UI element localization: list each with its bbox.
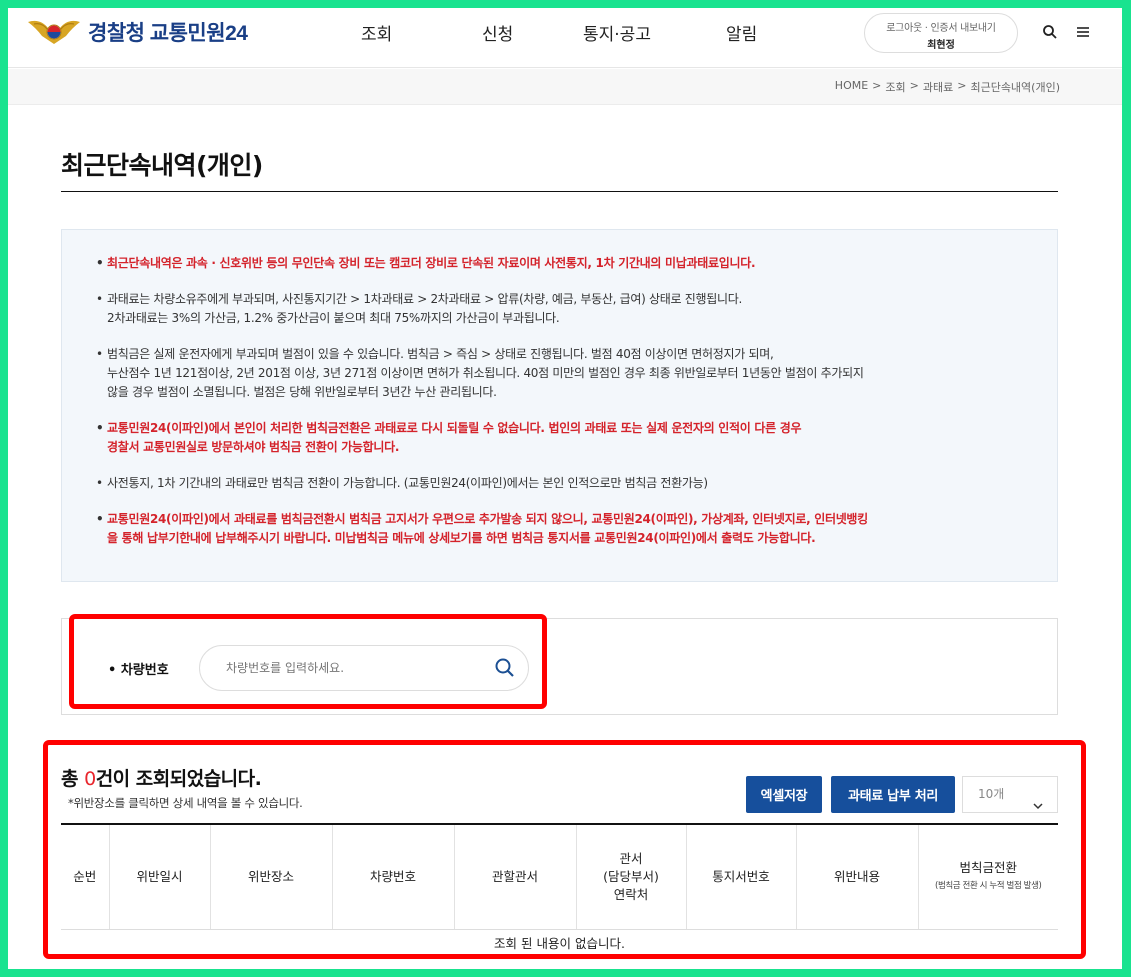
notice-item: 사전통지, 1차 기간내의 과태료만 범칙금 전환이 가능합니다. (교통민원2… [96, 474, 1037, 493]
breadcrumb-sep: > [872, 79, 882, 92]
column-header: 통지서번호 [686, 825, 797, 930]
search-icon[interactable] [493, 656, 517, 680]
vehicle-number-label: • 차량번호 [108, 663, 169, 678]
menu-icon[interactable] [1074, 23, 1092, 41]
page-size-select[interactable]: 10개 [962, 776, 1058, 813]
column-header: 관할관서 [454, 825, 577, 930]
auth-links[interactable]: 로그아웃 · 인증서 내보내기 [865, 19, 1017, 34]
breadcrumb-inquiry[interactable]: 조회 [885, 79, 905, 95]
results-table: 순번 위반일시 위반장소 차량번호 관할관서 관서 (담당부서) 연락처 통지서번호… [61, 825, 1058, 956]
column-header: 위반일시 [109, 825, 211, 930]
notice-list: 최근단속내역은 과속 · 신호위반 등의 무인단속 장비 또는 캠코더 장비로 … [96, 254, 1037, 565]
result-total: 총 0건이 조회되었습니다. [61, 764, 262, 791]
table-header-row: 순번 위반일시 위반장소 차량번호 관할관서 관서 (담당부서) 연락처 통지서번호… [61, 825, 1058, 930]
nav-item-notice[interactable]: 통지·공고 [583, 20, 651, 45]
breadcrumb-sep: > [957, 79, 967, 92]
site-header: 경찰청 교통민원24 조회 신청 통지·공고 알림 로그아웃 · 인증서 내보내… [8, 8, 1122, 68]
notice-item: 교통민원24(이파인)에서 과태료를 범칙금전환시 범칙금 고지서가 우편으로 … [96, 510, 1037, 548]
column-header: 차량번호 [332, 825, 455, 930]
page-title: 최근단속내역(개인) [61, 151, 263, 180]
page-size-value: 10개 [978, 787, 1005, 801]
excel-save-button[interactable]: 엑셀저장 [746, 776, 822, 813]
user-name: 최현정 [927, 40, 955, 51]
search-panel: • 차량번호 [61, 618, 1058, 715]
breadcrumb: HOME > 조회 > 과태료 > 최근단속내역(개인) [835, 79, 1060, 95]
fine-payment-button[interactable]: 과태료 납부 처리 [831, 776, 955, 813]
notice-item: 최근단속내역은 과속 · 신호위반 등의 무인단속 장비 또는 캠코더 장비로 … [96, 254, 1037, 273]
page-frame: 경찰청 교통민원24 조회 신청 통지·공고 알림 로그아웃 · 인증서 내보내… [8, 8, 1122, 969]
breadcrumb-fine[interactable]: 과태료 [923, 79, 953, 95]
header-search-icon[interactable] [1041, 23, 1059, 41]
notice-box: 최근단속내역은 과속 · 신호위반 등의 무인단속 장비 또는 캠코더 장비로 … [61, 229, 1058, 582]
vehicle-number-input[interactable] [199, 645, 529, 691]
column-header-note: (범칙금 전환 시 누적 벌점 발생) [935, 880, 1042, 891]
breadcrumb-current: 최근단속내역(개인) [970, 81, 1060, 94]
notice-item: 과태료는 차량소유주에게 부과되며, 사진통지기간 > 1차과태료 > 2차과태… [96, 290, 1037, 328]
empty-message: 조회 된 내용이 없습니다. [61, 929, 1058, 956]
column-header: 순번 [61, 825, 110, 930]
auth-box[interactable]: 로그아웃 · 인증서 내보내기 최현정 [864, 13, 1018, 53]
breadcrumb-home[interactable]: HOME [835, 79, 868, 95]
column-header: 관서 (담당부서) 연락처 [576, 825, 687, 930]
column-header: 위반내용 [796, 825, 919, 930]
notice-item: 범칙금은 실제 운전자에게 부과되며 벌점이 있을 수 있습니다. 범칙금 > … [96, 345, 1037, 402]
result-count: 0 [84, 768, 96, 790]
notice-item: 교통민원24(이파인)에서 본인이 처리한 범칙금전환은 과태료로 다시 되돌릴… [96, 419, 1037, 457]
column-header: 범칙금전환 (범칙금 전환 시 누적 벌점 발생) [918, 825, 1058, 930]
result-total-prefix: 총 [61, 768, 85, 790]
nav-item-alarm[interactable]: 알림 [726, 20, 757, 45]
breadcrumb-bar: HOME > 조회 > 과태료 > 최근단속내역(개인) [8, 69, 1122, 105]
chevron-down-icon [1033, 790, 1043, 810]
result-subnote: *위반장소를 클릭하면 상세 내역을 볼 수 있습니다. [68, 796, 303, 810]
nav-item-apply[interactable]: 신청 [482, 20, 513, 45]
title-divider [61, 191, 1058, 192]
nav-item-inquiry[interactable]: 조회 [361, 20, 392, 45]
breadcrumb-sep: > [909, 79, 919, 92]
result-total-suffix: 건이 조회되었습니다. [95, 768, 262, 790]
table-empty-row: 조회 된 내용이 없습니다. [61, 929, 1058, 956]
column-header: 위반장소 [210, 825, 333, 930]
